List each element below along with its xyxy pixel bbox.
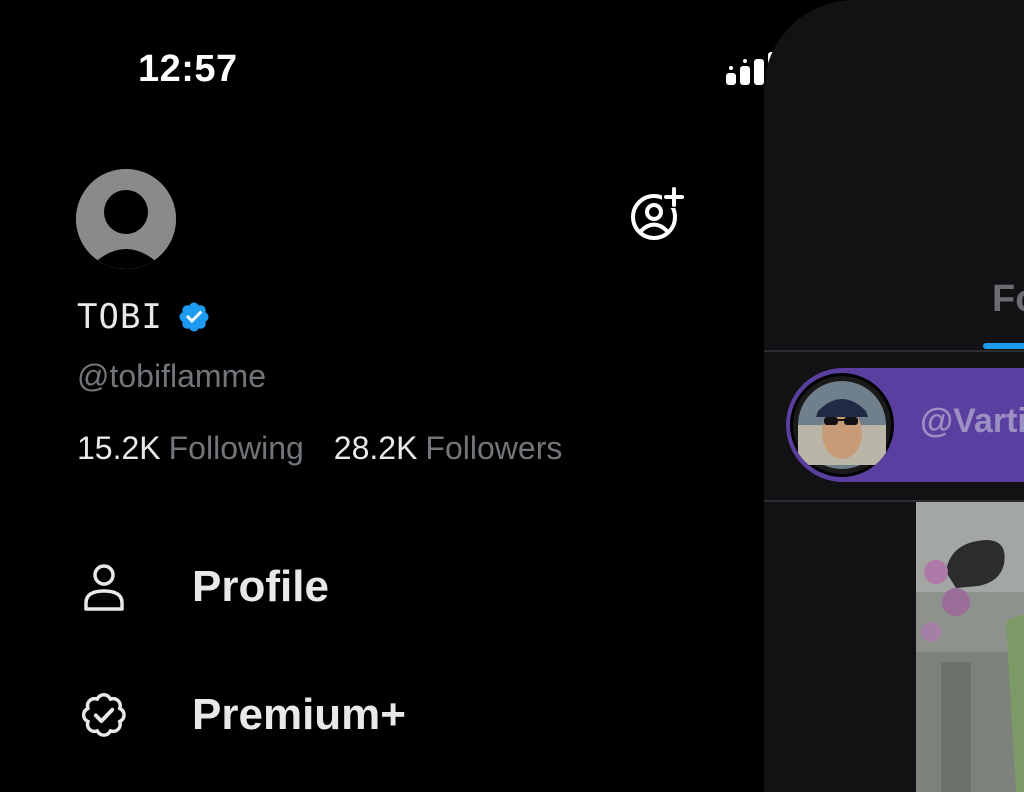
menu-label-premium-plus: Premium+ bbox=[192, 690, 406, 739]
add-account-icon[interactable] bbox=[628, 186, 686, 244]
user-handle: @tobiflamme bbox=[77, 358, 266, 394]
spaces-banner[interactable]: @Varti bbox=[786, 368, 1024, 482]
display-name-row[interactable]: TOBI bbox=[77, 294, 211, 340]
tab-active-indicator bbox=[983, 343, 1024, 349]
avatar[interactable] bbox=[76, 169, 176, 269]
followers-count: 28.2K bbox=[333, 430, 418, 466]
profile-photo-image bbox=[793, 376, 891, 474]
following-stat[interactable]: 15.2K Following bbox=[77, 430, 304, 467]
post-media-image[interactable] bbox=[916, 502, 1024, 792]
banner-avatar bbox=[790, 373, 894, 477]
followers-stat[interactable]: 28.2K Followers bbox=[334, 430, 563, 467]
menu-item-profile[interactable]: Profile bbox=[78, 561, 329, 613]
person-icon bbox=[84, 564, 124, 611]
photo-thumbnail bbox=[916, 502, 1024, 792]
tab-for-you[interactable]: Fo bbox=[992, 278, 1024, 321]
display-name[interactable]: TOBI bbox=[77, 297, 163, 337]
default-avatar-icon bbox=[76, 169, 176, 269]
verified-badge-outline-icon bbox=[81, 693, 126, 737]
menu-item-premium-plus[interactable]: Premium+ bbox=[78, 689, 406, 741]
background-timeline-panel[interactable]: Fo @Varti bbox=[764, 0, 1024, 792]
status-time: 12:57 bbox=[138, 48, 238, 90]
verified-badge-icon bbox=[179, 302, 209, 332]
menu-label-profile: Profile bbox=[192, 562, 329, 611]
banner-handle: @Varti bbox=[920, 402, 1024, 440]
following-count: 15.2K bbox=[77, 430, 161, 466]
follow-stats: 15.2K Following 28.2K Followers bbox=[77, 430, 592, 467]
divider bbox=[764, 350, 1024, 352]
followers-label: Followers bbox=[425, 430, 563, 466]
following-label: Following bbox=[168, 430, 304, 466]
